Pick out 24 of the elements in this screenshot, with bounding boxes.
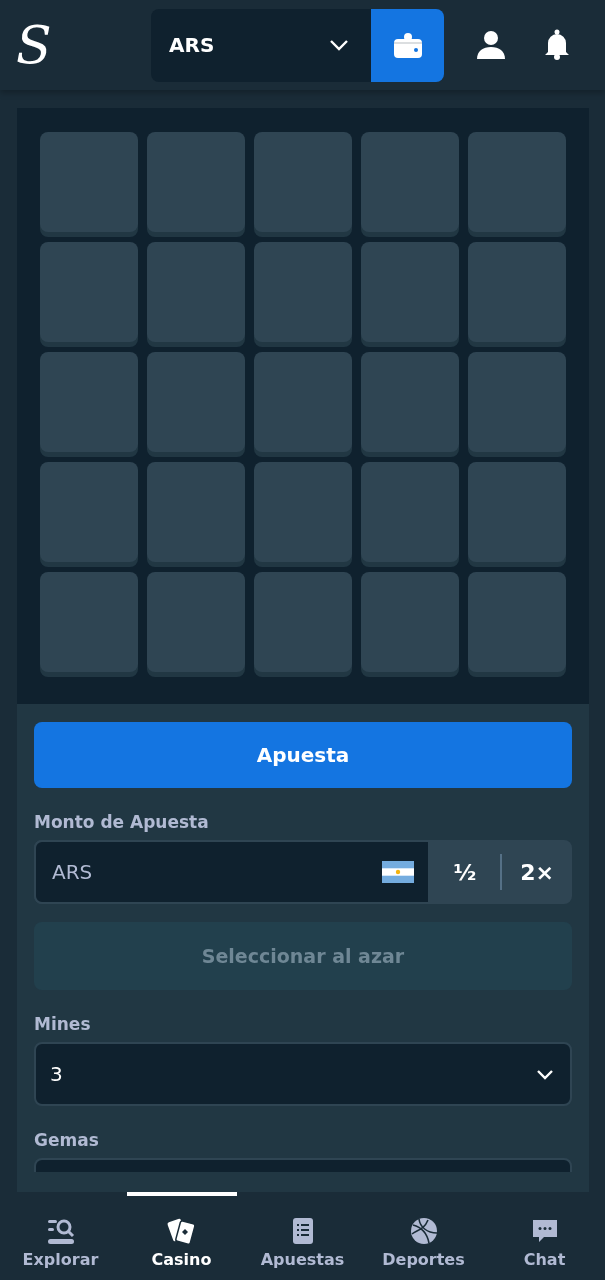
field-label: Gemas bbox=[34, 1130, 100, 1150]
user-icon[interactable] bbox=[476, 30, 506, 60]
nav-tab[interactable]: Deportes bbox=[368, 1192, 479, 1280]
mines-select[interactable]: 3 bbox=[34, 1042, 572, 1106]
nav-tab[interactable]: Explorar bbox=[5, 1192, 116, 1280]
flag-icon bbox=[382, 861, 414, 883]
gems-field[interactable] bbox=[34, 1158, 572, 1172]
nav-tab[interactable]: Apuestas bbox=[247, 1192, 358, 1280]
ball-icon bbox=[408, 1216, 439, 1246]
half-button[interactable]: ½ bbox=[430, 840, 500, 904]
field-label: Monto de Apuesta bbox=[34, 812, 210, 832]
wallet-icon bbox=[392, 31, 423, 59]
bet-amount-field[interactable]: ARS bbox=[34, 840, 430, 904]
bet-button[interactable]: Apuesta bbox=[34, 722, 572, 788]
nav-tab[interactable]: Chat bbox=[489, 1192, 600, 1280]
cards-icon bbox=[166, 1216, 197, 1246]
chevron-down-icon bbox=[536, 1068, 554, 1080]
wallet-button[interactable] bbox=[371, 8, 444, 82]
double-button[interactable]: 2× bbox=[502, 840, 572, 904]
chevron-down-icon bbox=[329, 39, 349, 51]
nav-tab[interactable]: Casino bbox=[126, 1192, 237, 1280]
currency-dropdown[interactable]: ARS bbox=[151, 8, 371, 82]
field-label: Mines bbox=[34, 1014, 92, 1034]
logo[interactable]: S bbox=[16, 19, 126, 71]
